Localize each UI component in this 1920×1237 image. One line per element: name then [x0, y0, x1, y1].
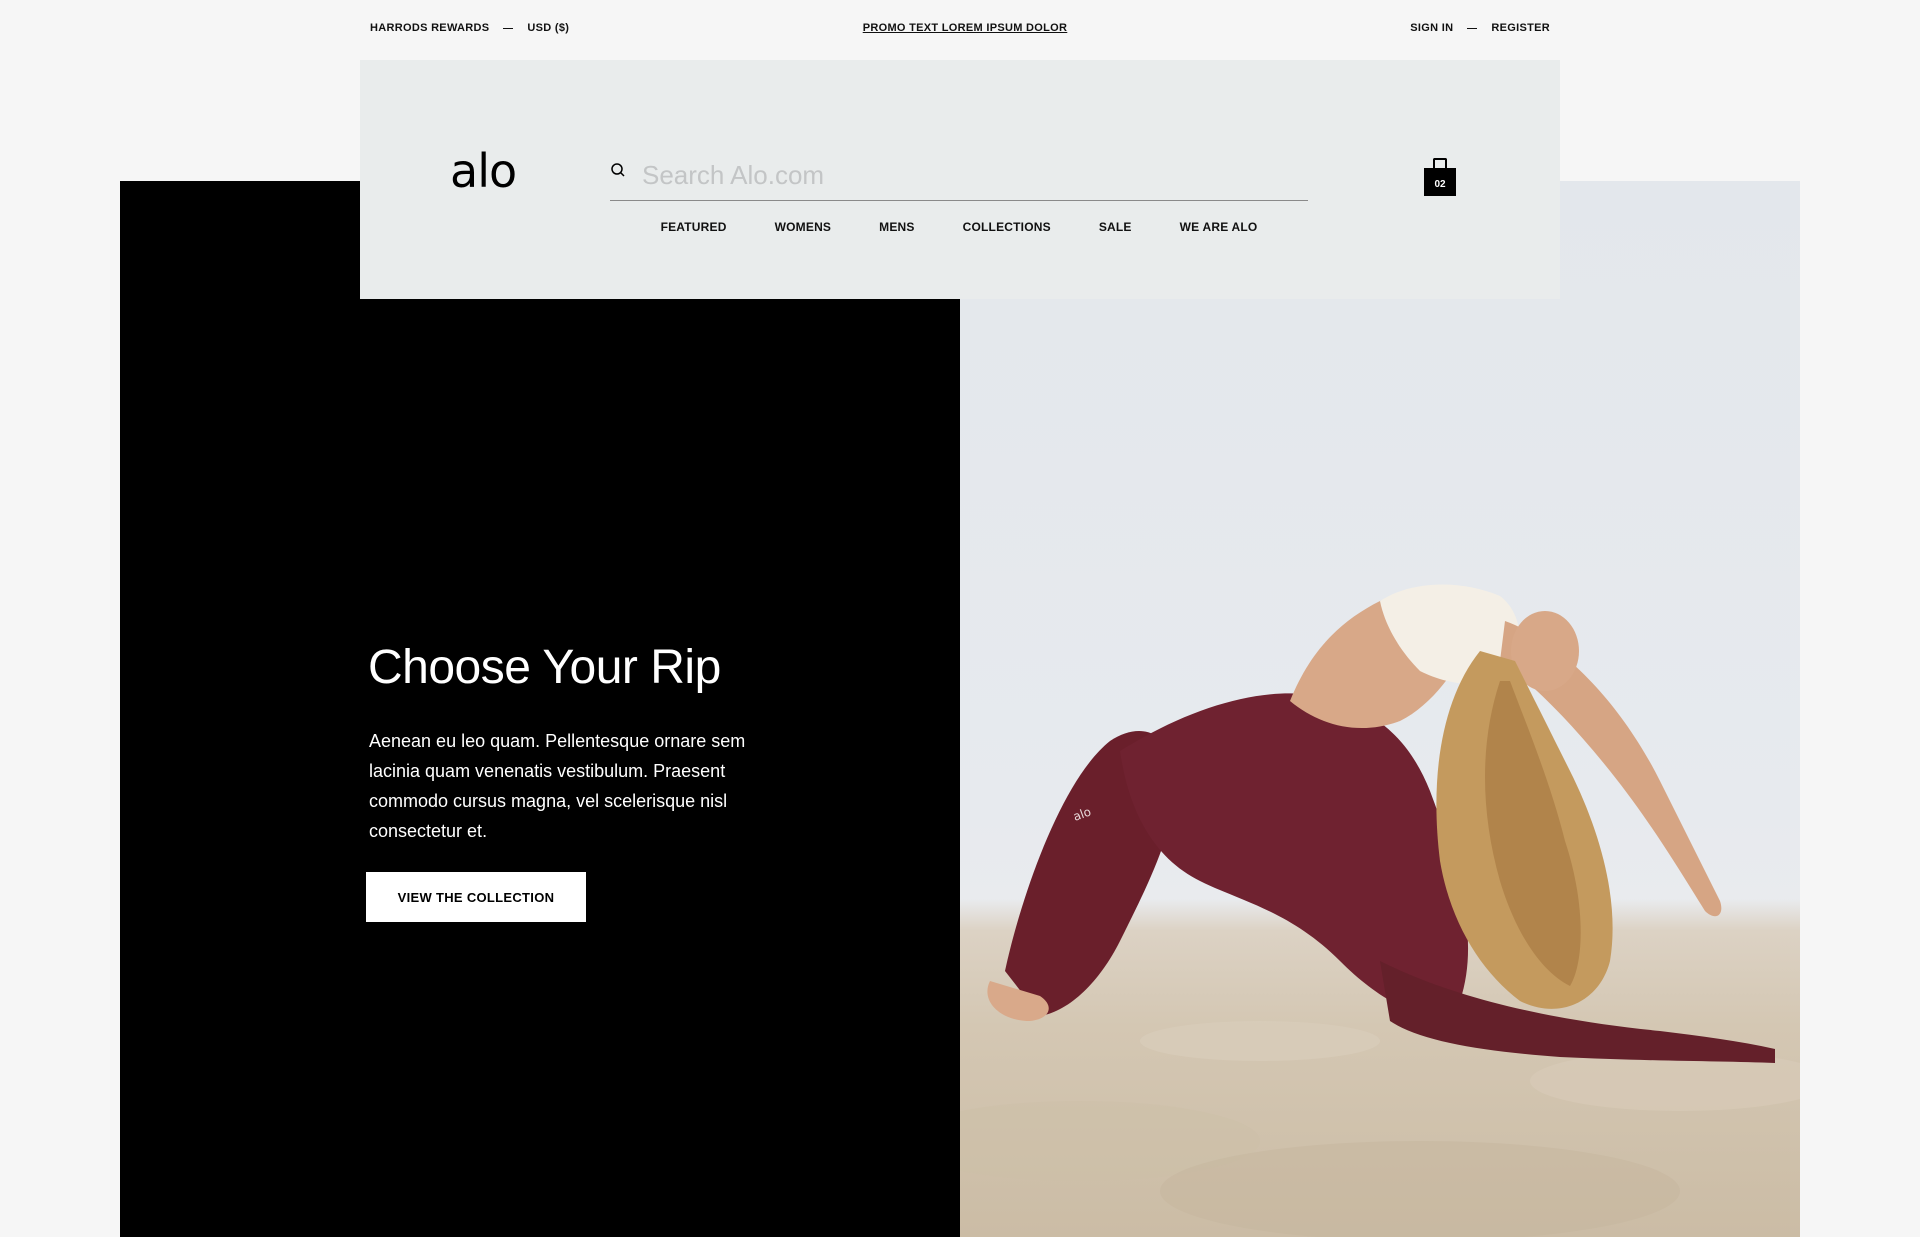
- hero-text-panel: [120, 181, 960, 1237]
- nav-item-womens[interactable]: WOMENS: [775, 220, 832, 234]
- register-link[interactable]: REGISTER: [1491, 22, 1550, 34]
- utility-right: SIGN IN REGISTER: [1410, 22, 1550, 34]
- shopping-bag-icon[interactable]: 02: [1424, 158, 1456, 196]
- nav-item-mens[interactable]: MENS: [879, 220, 914, 234]
- promo-link[interactable]: PROMO TEXT LOREM IPSUM DOLOR: [863, 22, 1068, 34]
- utility-bar: HARRODS REWARDS USD ($) PROMO TEXT LOREM…: [0, 0, 1920, 58]
- nav-item-featured[interactable]: FEATURED: [661, 220, 727, 234]
- site-header: alo FEATURED WOMENS MENS COLLECTIONS SAL…: [360, 60, 1560, 299]
- promo-banner: PROMO TEXT LOREM IPSUM DOLOR: [0, 22, 1920, 34]
- search-icon[interactable]: [610, 162, 626, 178]
- yoga-pose-illustration: alo: [960, 584, 1800, 1237]
- page: HARRODS REWARDS USD ($) PROMO TEXT LOREM…: [0, 0, 1920, 1237]
- view-collection-button[interactable]: VIEW THE COLLECTION: [366, 872, 586, 922]
- leggings: [1005, 693, 1775, 1063]
- hero-title: Choose Your Rip: [368, 641, 721, 694]
- nav-item-sale[interactable]: SALE: [1099, 220, 1132, 234]
- main-nav: FEATURED WOMENS MENS COLLECTIONS SALE WE…: [610, 220, 1308, 234]
- brand-logo[interactable]: alo: [450, 148, 517, 194]
- separator-dash: [1467, 27, 1478, 29]
- hero-description: Aenean eu leo quam. Pellentesque ornare …: [369, 731, 746, 841]
- sign-in-link[interactable]: SIGN IN: [1410, 22, 1453, 34]
- hero-image: alo: [960, 181, 1800, 1237]
- nav-item-collections[interactable]: COLLECTIONS: [963, 220, 1051, 234]
- search-input[interactable]: [640, 156, 1304, 194]
- nav-item-we-are-alo[interactable]: WE ARE ALO: [1180, 220, 1258, 234]
- search-bar: [610, 156, 1308, 201]
- bag-count-badge: 02: [1424, 168, 1456, 196]
